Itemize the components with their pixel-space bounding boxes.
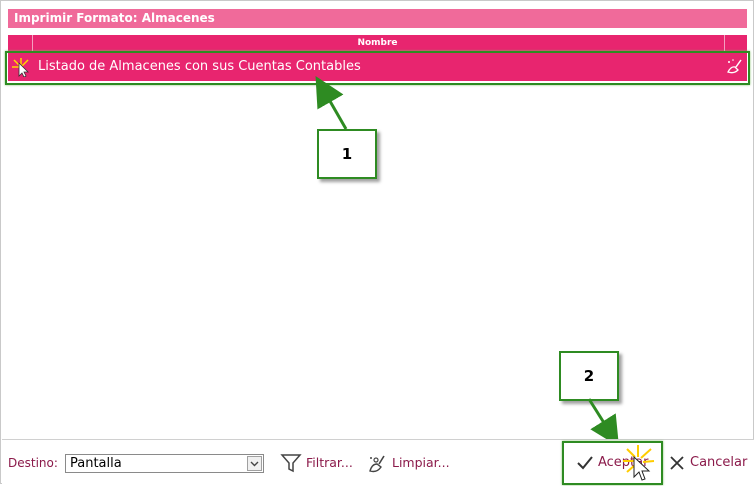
click-burst-cursor-icon [623,445,655,481]
filter-label: Filtrar... [306,455,353,470]
close-icon [668,454,686,472]
cancel-button[interactable]: Cancelar [666,452,750,474]
wizard-clean-icon [366,452,388,474]
cancel-label: Cancelar [690,455,748,470]
chevron-down-icon[interactable] [247,456,262,471]
print-format-dialog: Imprimir Formato: Almacenes Nombre Lista… [0,0,754,486]
destination-label: Destino: [8,456,58,470]
clear-label: Limpiar... [392,455,450,470]
annotation-arrows [315,75,619,447]
destination-value: Pantalla [70,456,122,471]
filter-icon [280,452,302,474]
filter-button[interactable]: Filtrar... [280,452,360,474]
destination-select[interactable]: Pantalla [65,454,264,473]
clear-button[interactable]: Limpiar... [366,452,452,474]
